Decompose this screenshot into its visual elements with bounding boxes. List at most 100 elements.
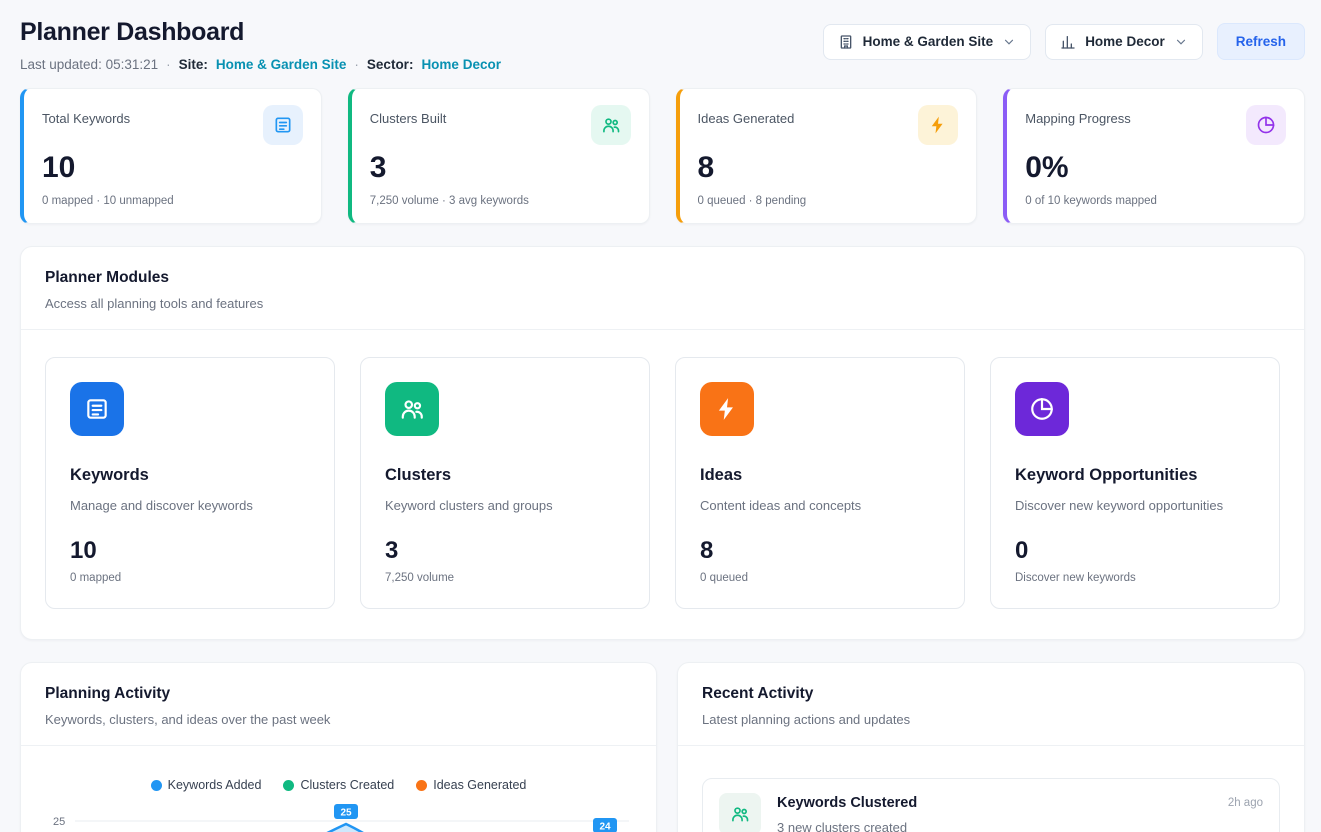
- page-meta: Last updated: 05:31:21 · Site: Home & Ga…: [20, 57, 501, 72]
- page-title: Planner Dashboard: [20, 18, 501, 47]
- legend-item-ideas-generated: Ideas Generated: [416, 778, 526, 792]
- site-selector-dropdown[interactable]: Home & Garden Site: [823, 24, 1032, 60]
- last-updated-text: Last updated: 05:31:21: [20, 57, 158, 72]
- planner-modules-header: Planner Modules Access all planning tool…: [21, 247, 1304, 330]
- activity-item-content: Keywords Clustered 3 new clusters create…: [777, 793, 1212, 832]
- module-title: Keyword Opportunities: [1015, 466, 1255, 485]
- module-subtext: 0 mapped: [70, 572, 310, 584]
- legend-dot-blue: [151, 780, 162, 791]
- activity-item-description: 3 new clusters created: [777, 820, 1212, 832]
- list-icon: [263, 105, 303, 145]
- stat-subtext: 0 mapped · 10 unmapped: [42, 195, 303, 207]
- section-subtitle: Keywords, clusters, and ideas over the p…: [45, 712, 632, 727]
- module-description: Content ideas and concepts: [700, 498, 940, 513]
- planning-activity-chart-area: Keywords Added Clusters Created Ideas Ge…: [21, 746, 656, 832]
- section-title: Planning Activity: [45, 685, 632, 703]
- list-icon: [70, 382, 124, 436]
- legend-item-clusters-created: Clusters Created: [283, 778, 394, 792]
- chevron-down-icon: [1174, 35, 1188, 49]
- users-icon: [385, 382, 439, 436]
- data-point-label: 25: [334, 804, 358, 819]
- refresh-button[interactable]: Refresh: [1217, 23, 1305, 60]
- stat-value: 10: [42, 151, 303, 185]
- meta-separator: ·: [354, 57, 359, 72]
- module-tile-keyword-opportunities[interactable]: Keyword Opportunities Discover new keywo…: [990, 357, 1280, 609]
- users-icon: [591, 105, 631, 145]
- module-subtext: 7,250 volume: [385, 572, 625, 584]
- module-value: 8: [700, 537, 940, 565]
- header-controls: Home & Garden Site Home Decor Refresh: [823, 23, 1305, 60]
- legend-dot-orange: [416, 780, 427, 791]
- building-icon: [838, 34, 854, 50]
- data-point-label: 24: [593, 818, 617, 832]
- stat-cards-row: Total Keywords 10 0 mapped · 10 unmapped…: [20, 88, 1305, 224]
- pie-chart-icon: [1015, 382, 1069, 436]
- legend-label: Ideas Generated: [433, 778, 526, 792]
- module-description: Discover new keyword opportunities: [1015, 498, 1255, 513]
- svg-text:24: 24: [599, 822, 611, 832]
- stat-value: 0%: [1025, 151, 1286, 185]
- chevron-down-icon: [1002, 35, 1016, 49]
- activity-item-title: Keywords Clustered: [777, 795, 1212, 811]
- y-axis-tick: 25: [53, 816, 65, 828]
- recent-activity-card: Recent Activity Latest planning actions …: [677, 662, 1305, 832]
- module-title: Keywords: [70, 466, 310, 485]
- sector-link[interactable]: Home Decor: [421, 57, 501, 72]
- activity-list-item: Keywords Clustered 3 new clusters create…: [702, 778, 1280, 832]
- lightning-icon: [700, 382, 754, 436]
- legend-label: Clusters Created: [300, 778, 394, 792]
- stat-subtext: 7,250 volume · 3 avg keywords: [370, 195, 631, 207]
- header-left: Planner Dashboard Last updated: 05:31:21…: [20, 18, 501, 72]
- legend-dot-green: [283, 780, 294, 791]
- stat-card-mapping-progress: Mapping Progress 0% 0 of 10 keywords map…: [1003, 88, 1305, 224]
- module-subtext: 0 queued: [700, 572, 940, 584]
- site-link[interactable]: Home & Garden Site: [216, 57, 347, 72]
- sector-selector-dropdown[interactable]: Home Decor: [1045, 24, 1203, 60]
- module-tile-ideas[interactable]: Ideas Content ideas and concepts 8 0 que…: [675, 357, 965, 609]
- legend-item-keywords-added: Keywords Added: [151, 778, 262, 792]
- stat-title: Clusters Built: [370, 105, 447, 126]
- recent-activity-header: Recent Activity Latest planning actions …: [678, 663, 1304, 746]
- section-title: Planner Modules: [45, 269, 1280, 287]
- section-subtitle: Access all planning tools and features: [45, 296, 1280, 311]
- activity-item-timestamp: 2h ago: [1228, 793, 1263, 809]
- pie-chart-icon: [1246, 105, 1286, 145]
- meta-separator: ·: [166, 57, 171, 72]
- planning-activity-card: Planning Activity Keywords, clusters, an…: [20, 662, 657, 832]
- module-value: 0: [1015, 537, 1255, 565]
- stat-title: Ideas Generated: [698, 105, 795, 126]
- chart-legend: Keywords Added Clusters Created Ideas Ge…: [45, 778, 632, 792]
- sector-label: Sector:: [367, 57, 414, 72]
- page-header: Planner Dashboard Last updated: 05:31:21…: [20, 18, 1305, 72]
- stat-subtext: 0 of 10 keywords mapped: [1025, 195, 1286, 207]
- module-title: Ideas: [700, 466, 940, 485]
- section-subtitle: Latest planning actions and updates: [702, 712, 1280, 727]
- site-selector-value: Home & Garden Site: [863, 34, 994, 49]
- svg-text:25: 25: [340, 808, 352, 819]
- module-tile-keywords[interactable]: Keywords Manage and discover keywords 10…: [45, 357, 335, 609]
- module-tile-clusters[interactable]: Clusters Keyword clusters and groups 3 7…: [360, 357, 650, 609]
- stat-title: Mapping Progress: [1025, 105, 1131, 126]
- legend-label: Keywords Added: [168, 778, 262, 792]
- stat-card-ideas-generated: Ideas Generated 8 0 queued · 8 pending: [676, 88, 978, 224]
- modules-grid: Keywords Manage and discover keywords 10…: [21, 330, 1304, 639]
- module-description: Keyword clusters and groups: [385, 498, 625, 513]
- site-label: Site:: [179, 57, 208, 72]
- section-title: Recent Activity: [702, 685, 1280, 703]
- module-value: 10: [70, 537, 310, 565]
- stat-subtext: 0 queued · 8 pending: [698, 195, 959, 207]
- planning-activity-header: Planning Activity Keywords, clusters, an…: [21, 663, 656, 746]
- planner-modules-card: Planner Modules Access all planning tool…: [20, 246, 1305, 640]
- stat-value: 8: [698, 151, 959, 185]
- bottom-row: Planning Activity Keywords, clusters, an…: [20, 662, 1305, 832]
- module-description: Manage and discover keywords: [70, 498, 310, 513]
- sector-selector-value: Home Decor: [1085, 34, 1165, 49]
- stat-title: Total Keywords: [42, 105, 130, 126]
- stat-value: 3: [370, 151, 631, 185]
- stat-card-total-keywords: Total Keywords 10 0 mapped · 10 unmapped: [20, 88, 322, 224]
- module-value: 3: [385, 537, 625, 565]
- area-chart: 25 25 24: [45, 802, 632, 832]
- stat-card-clusters-built: Clusters Built 3 7,250 volume · 3 avg ke…: [348, 88, 650, 224]
- planner-dashboard-page: Planner Dashboard Last updated: 05:31:21…: [0, 0, 1321, 832]
- bar-chart-icon: [1060, 34, 1076, 50]
